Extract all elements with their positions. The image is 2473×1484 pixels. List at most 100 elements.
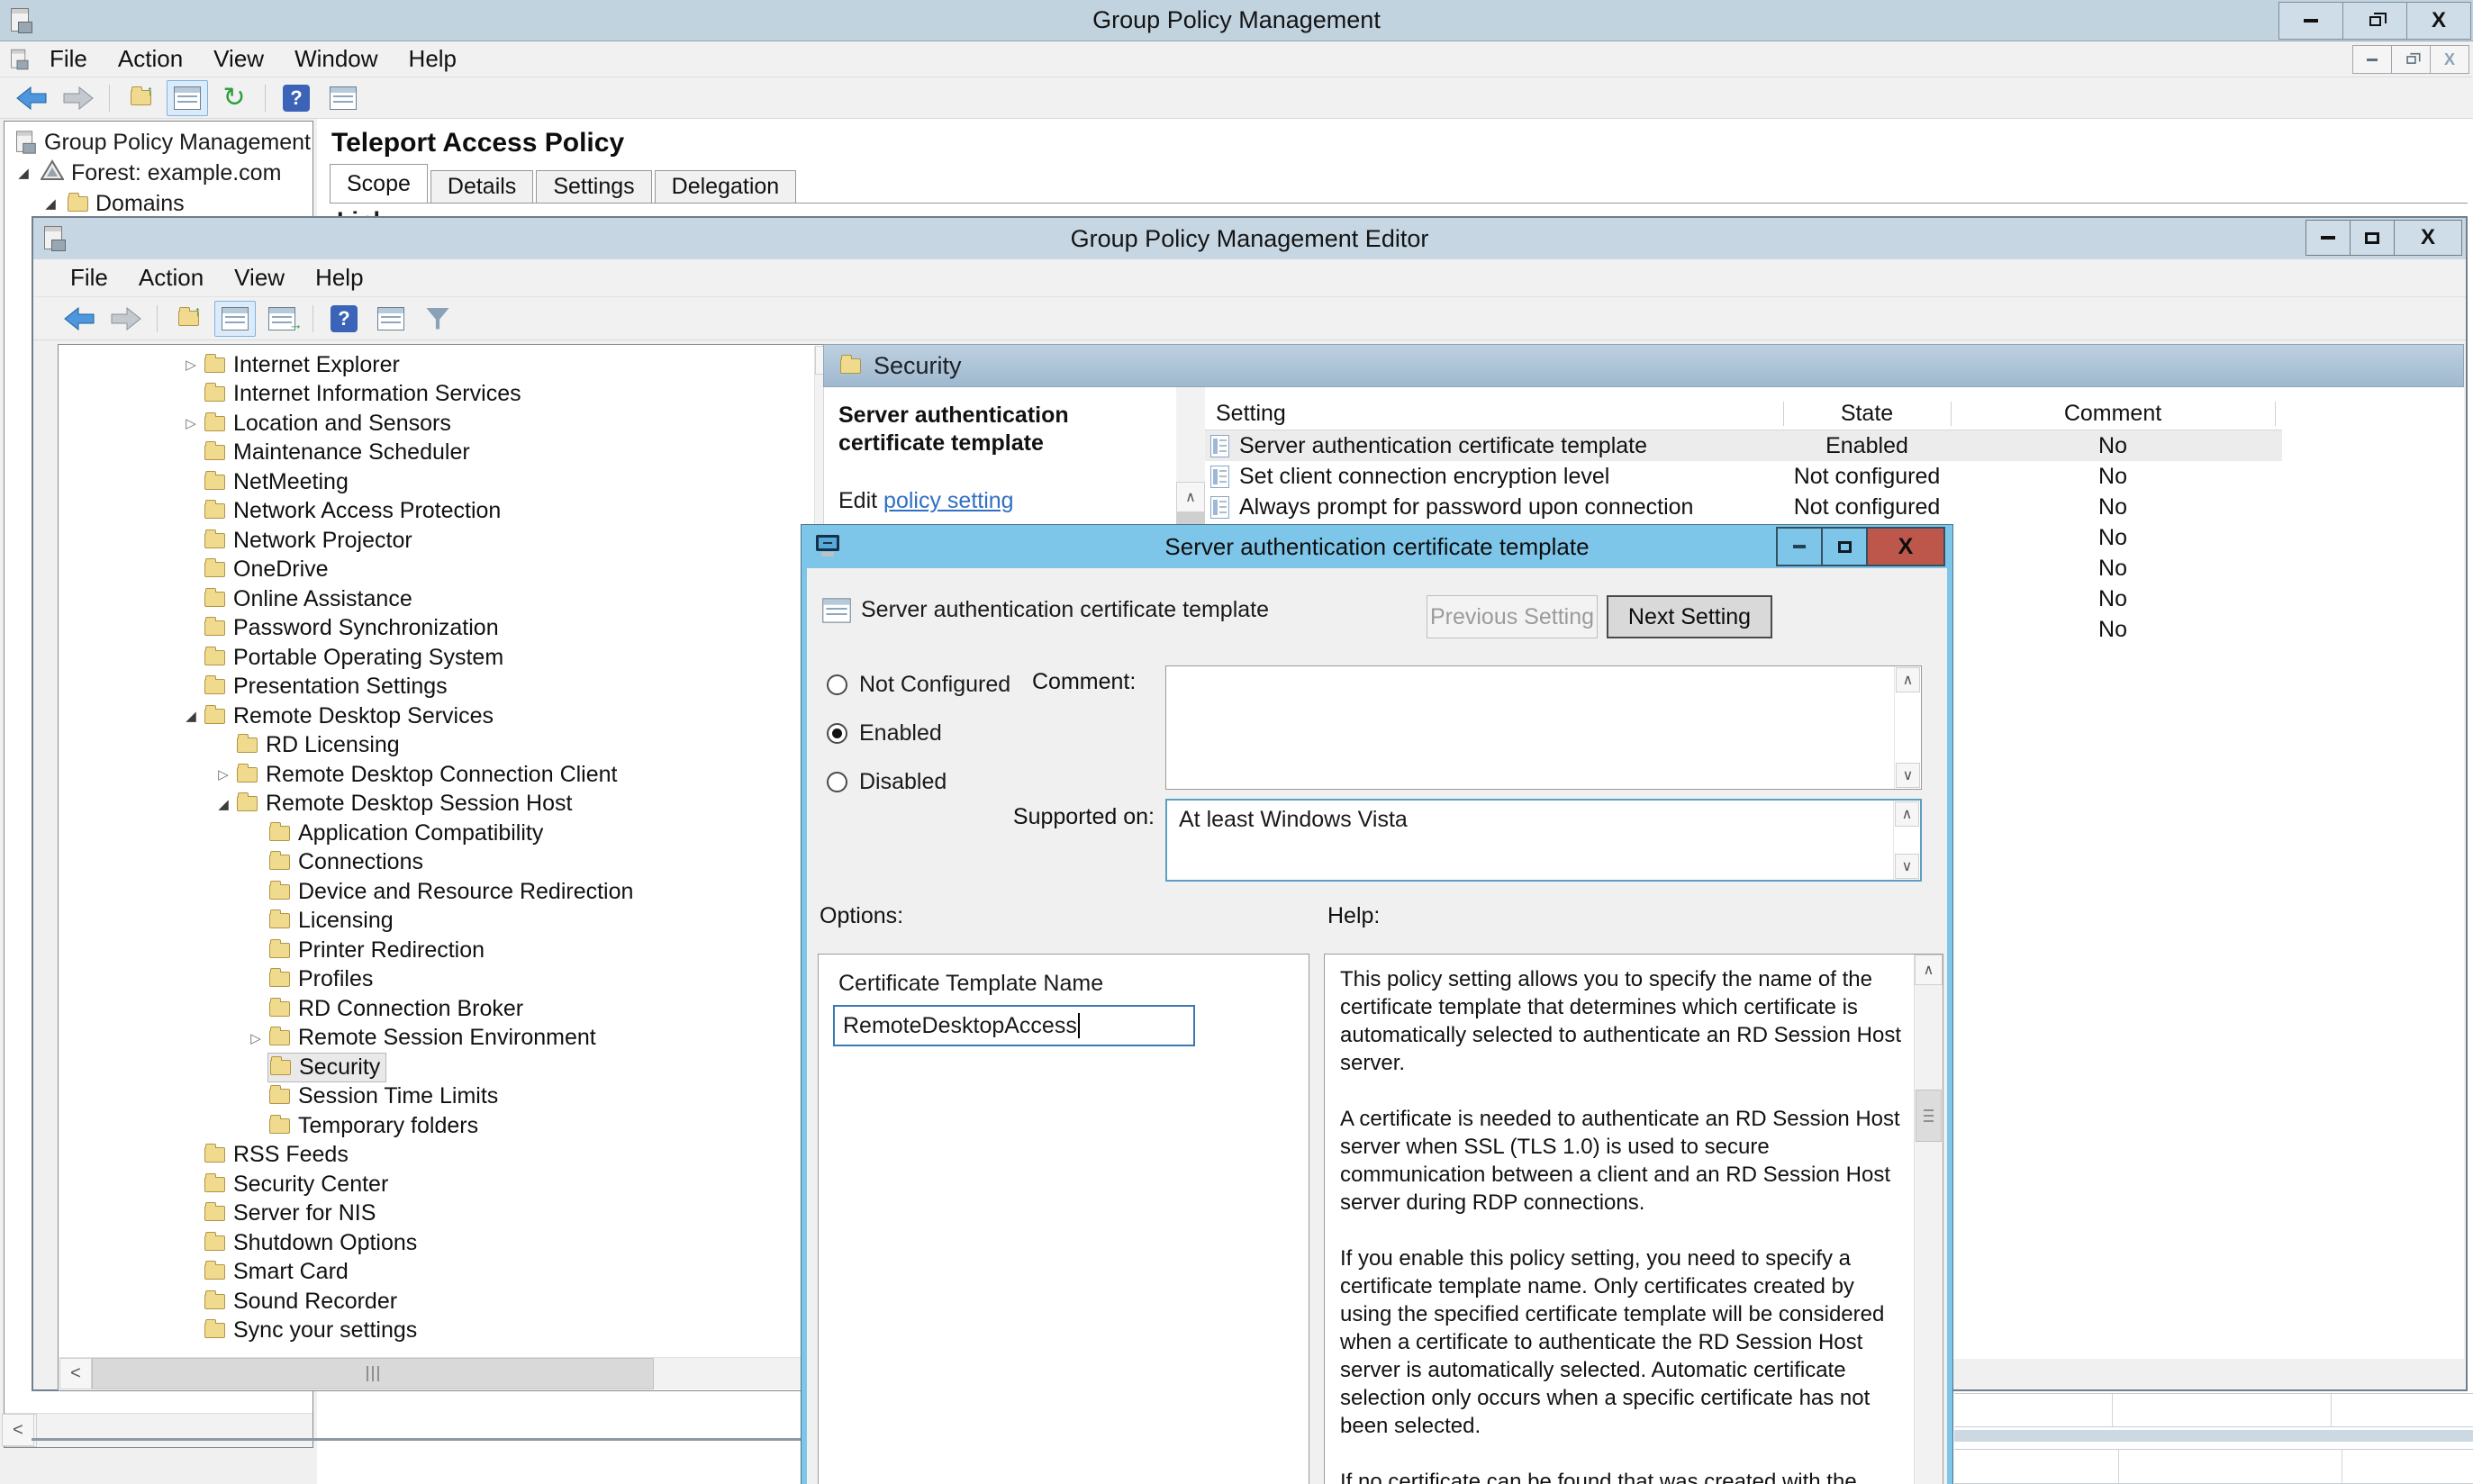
mdi-restore-button[interactable] xyxy=(2391,45,2431,74)
tree-item[interactable]: Connections xyxy=(59,848,813,878)
scroll-down-icon[interactable] xyxy=(1896,763,1920,788)
dialog-radio-option[interactable]: Disabled xyxy=(827,769,947,795)
tree-item[interactable]: ▷Internet Explorer xyxy=(59,350,813,380)
forward-button[interactable] xyxy=(105,301,147,337)
tree-item[interactable]: Portable Operating System xyxy=(59,643,813,673)
scroll-up-icon[interactable] xyxy=(1896,667,1920,692)
settings-row[interactable]: Set client connection encryption levelNo… xyxy=(1205,461,2464,492)
supported-on-box[interactable]: At least Windows Vista xyxy=(1165,799,1922,882)
dialog-radio-option[interactable]: Not Configured xyxy=(827,672,1010,698)
collapse-expander-icon[interactable]: ◢ xyxy=(179,708,203,724)
tree-item[interactable]: Network Access Protection xyxy=(59,497,813,527)
tree-item[interactable]: Network Projector xyxy=(59,526,813,556)
maximize-button[interactable] xyxy=(2350,220,2395,256)
menu-help[interactable]: Help xyxy=(300,264,378,292)
filter-icon[interactable] xyxy=(417,301,458,337)
forward-button[interactable] xyxy=(58,80,99,116)
close-button[interactable] xyxy=(2394,220,2462,256)
collapse-expander-icon[interactable] xyxy=(41,195,60,212)
scrollbar-thumb[interactable] xyxy=(1916,1090,1942,1142)
tree-item[interactable]: Online Assistance xyxy=(59,584,813,614)
tree-item[interactable]: Application Compatibility xyxy=(59,819,813,848)
tree-item[interactable]: RSS Feeds xyxy=(59,1141,813,1171)
tree-item[interactable]: Security xyxy=(59,1053,813,1082)
settings-row[interactable]: Always prompt for password upon connecti… xyxy=(1205,492,2464,522)
expand-expander-icon[interactable]: ▷ xyxy=(179,415,203,431)
scroll-left-icon[interactable] xyxy=(2,1414,34,1446)
tree-item[interactable]: Smart Card xyxy=(59,1258,813,1288)
tree-item-forest[interactable]: Forest: example.com xyxy=(14,158,313,188)
mdi-minimize-button[interactable] xyxy=(2352,45,2392,74)
menu-view[interactable]: View xyxy=(219,264,300,292)
minimize-button[interactable] xyxy=(2278,2,2343,40)
help-icon[interactable] xyxy=(276,80,317,116)
scroll-up-icon[interactable] xyxy=(1895,801,1919,827)
close-button[interactable] xyxy=(2406,2,2471,40)
main-tree-hscrollbar[interactable] xyxy=(5,1413,313,1447)
menu-action[interactable]: Action xyxy=(123,264,219,292)
collapse-expander-icon[interactable]: ◢ xyxy=(212,796,235,812)
scroll-left-icon[interactable] xyxy=(59,1358,92,1389)
certificate-template-name-input[interactable]: RemoteDesktopAccess xyxy=(833,1005,1195,1046)
tree-item[interactable]: ▷Remote Desktop Connection Client xyxy=(59,760,813,790)
help-vscrollbar[interactable] xyxy=(1914,955,1943,1484)
tab-details[interactable]: Details xyxy=(430,170,533,204)
tree-item[interactable]: OneDrive xyxy=(59,556,813,585)
scrollbar-thumb[interactable] xyxy=(92,1358,654,1389)
column-setting[interactable]: Setting xyxy=(1216,398,1286,430)
tree-item[interactable]: Temporary folders xyxy=(59,1111,813,1141)
mdi-close-button[interactable] xyxy=(2430,45,2469,74)
tree-item[interactable]: Presentation Settings xyxy=(59,673,813,702)
scroll-up-icon[interactable] xyxy=(1176,482,1205,512)
tree-item[interactable]: Shutdown Options xyxy=(59,1228,813,1258)
help-icon[interactable] xyxy=(323,301,365,337)
back-button[interactable] xyxy=(11,80,52,116)
tree-item[interactable]: NetMeeting xyxy=(59,467,813,497)
tree-item[interactable]: Device and Resource Redirection xyxy=(59,877,813,907)
expand-expander-icon[interactable]: ▷ xyxy=(212,766,235,783)
tree-item[interactable]: ◢Remote Desktop Session Host xyxy=(59,790,813,819)
tree-item-gpm-root[interactable]: Group Policy Management xyxy=(14,127,313,158)
tab-scope[interactable]: Scope xyxy=(330,164,428,204)
expand-expander-icon[interactable]: ▷ xyxy=(179,357,203,373)
minimize-button[interactable] xyxy=(1776,527,1823,566)
minimize-button[interactable] xyxy=(2305,220,2351,256)
previous-setting-button[interactable]: Previous Setting xyxy=(1427,595,1598,638)
next-setting-button[interactable]: Next Setting xyxy=(1607,595,1772,638)
export-list-icon[interactable] xyxy=(261,301,303,337)
collapse-expander-icon[interactable] xyxy=(14,165,33,181)
settings-row[interactable]: Server authentication certificate templa… xyxy=(1205,430,2464,461)
tree-item[interactable]: ◢Remote Desktop Services xyxy=(59,701,813,731)
close-button[interactable] xyxy=(1866,527,1945,566)
show-console-tree-icon[interactable] xyxy=(167,80,208,116)
tab-settings[interactable]: Settings xyxy=(536,170,651,204)
scroll-down-icon[interactable] xyxy=(1895,854,1919,879)
scroll-up-icon[interactable] xyxy=(1915,955,1943,985)
tree-item[interactable]: Server for NIS xyxy=(59,1199,813,1229)
menu-action[interactable]: Action xyxy=(103,45,198,73)
tree-item-domains[interactable]: Domains xyxy=(14,188,313,219)
tree-item[interactable]: Licensing xyxy=(59,907,813,937)
expand-expander-icon[interactable]: ▷ xyxy=(244,1030,267,1046)
tree-item[interactable]: Maintenance Scheduler xyxy=(59,439,813,468)
menu-window[interactable]: Window xyxy=(279,45,393,73)
policy-setting-link[interactable]: policy setting xyxy=(883,488,1014,513)
comment-textarea[interactable] xyxy=(1165,665,1922,790)
tree-item[interactable]: Session Time Limits xyxy=(59,1082,813,1112)
menu-view[interactable]: View xyxy=(198,45,279,73)
tree-item[interactable]: RD Licensing xyxy=(59,731,813,761)
tree-item[interactable]: Profiles xyxy=(59,965,813,995)
tree-item[interactable]: Internet Information Services xyxy=(59,380,813,410)
menu-file[interactable]: File xyxy=(34,45,103,73)
menu-file[interactable]: File xyxy=(55,264,123,292)
new-window-icon[interactable] xyxy=(370,301,412,337)
tree-item[interactable]: RD Connection Broker xyxy=(59,994,813,1024)
show-console-tree-icon[interactable] xyxy=(214,301,256,337)
dialog-radio-option[interactable]: Enabled xyxy=(827,720,942,747)
up-one-level-icon[interactable] xyxy=(120,80,161,116)
tree-item[interactable]: Sync your settings xyxy=(59,1317,813,1346)
tree-item[interactable]: Sound Recorder xyxy=(59,1287,813,1317)
column-state[interactable]: State xyxy=(1783,398,1951,430)
tree-hscrollbar[interactable] xyxy=(59,1357,841,1389)
tree-item[interactable]: Security Center xyxy=(59,1170,813,1199)
